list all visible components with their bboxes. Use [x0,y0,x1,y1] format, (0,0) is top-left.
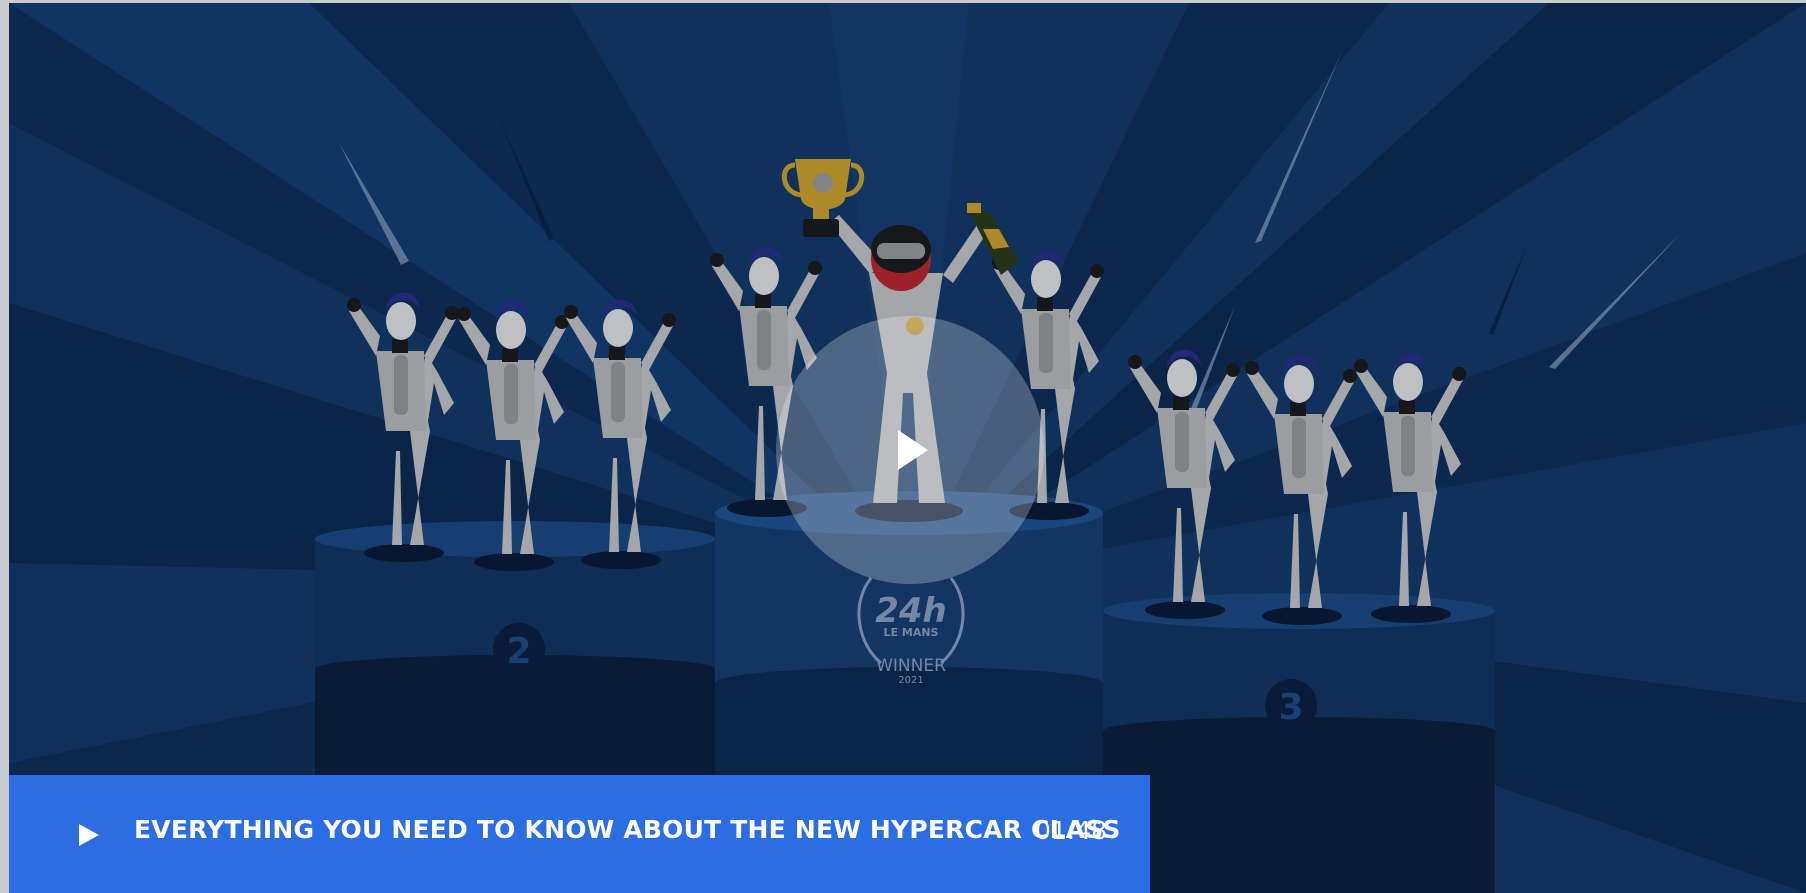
play-icon [898,430,928,470]
play-button[interactable] [69,816,107,854]
video-title[interactable]: EVERYTHING YOU NEED TO KNOW ABOUT THE NE… [134,815,1121,844]
video-duration: 01:48 [1035,816,1108,845]
video-player[interactable]: 2 3 24h LE MANS WINNER 2021 EVERYTHING Y… [9,3,1806,893]
video-info-bar[interactable]: EVERYTHING YOU NEED TO KNOW ABOUT THE NE… [9,775,1150,893]
center-play-button[interactable] [776,316,1044,584]
play-icon [79,824,99,846]
